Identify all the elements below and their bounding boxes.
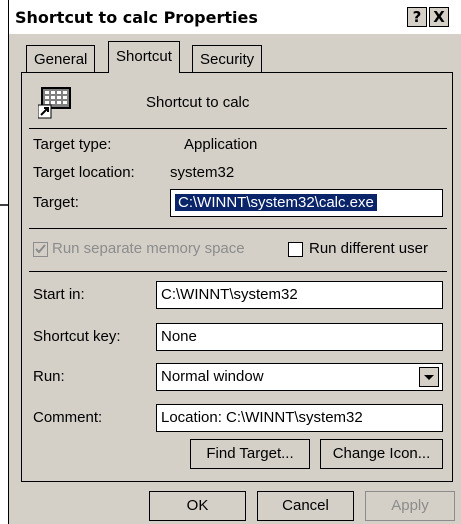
calculator-shortcut-icon — [37, 83, 74, 119]
divider — [29, 128, 447, 129]
target-type-value: Application — [184, 136, 258, 153]
target-label: Target: — [33, 194, 79, 211]
shortcut-key-field[interactable]: None — [156, 323, 443, 351]
ok-button[interactable]: OK — [149, 491, 246, 521]
chevron-down-icon[interactable] — [419, 367, 439, 387]
apply-button[interactable]: Apply — [365, 491, 455, 521]
tab-security[interactable]: Security — [192, 45, 263, 73]
tab-general[interactable]: General — [26, 45, 96, 73]
help-button[interactable]: ? — [407, 7, 427, 27]
comment-field[interactable]: Location: C:\WINNT\system32 — [156, 404, 443, 432]
tab-shortcut[interactable]: Shortcut — [108, 41, 180, 73]
run-select-value: Normal window — [161, 368, 264, 385]
shortcut-panel: Shortcut to calc Target type: Applicatio… — [21, 72, 453, 482]
divider — [29, 228, 447, 229]
target-field[interactable]: C:\WINNT\system32\calc.exe — [170, 189, 443, 217]
properties-dialog: Shortcut to calc Properties ? X General … — [8, 0, 461, 524]
title-bar[interactable]: Shortcut to calc Properties ? X — [9, 0, 461, 34]
change-icon-button[interactable]: Change Icon... — [320, 439, 443, 469]
comment-label: Comment: — [33, 409, 103, 426]
target-location-label: Target location: — [33, 164, 135, 181]
start-in-label: Start in: — [33, 286, 85, 303]
target-value: C:\WINNT\system32\calc.exe — [175, 194, 377, 211]
shortcut-name: Shortcut to calc — [146, 94, 250, 111]
window-title: Shortcut to calc Properties — [15, 8, 258, 27]
different-user-label: Run different user — [309, 240, 428, 257]
divider — [29, 271, 447, 272]
shortcut-key-label: Shortcut key: — [33, 328, 121, 345]
run-label: Run: — [33, 368, 65, 385]
start-in-field[interactable]: C:\WINNT\system32 — [156, 281, 443, 309]
target-type-label: Target type: — [33, 136, 112, 153]
separate-memory-checkbox[interactable] — [33, 242, 48, 257]
find-target-button[interactable]: Find Target... — [190, 439, 310, 469]
close-button[interactable]: X — [429, 7, 449, 27]
cancel-button[interactable]: Cancel — [257, 491, 354, 521]
separate-memory-label: Run separate memory space — [52, 240, 245, 257]
run-select[interactable]: Normal window — [156, 363, 443, 391]
different-user-checkbox[interactable] — [288, 242, 303, 257]
target-location-value: system32 — [170, 164, 235, 181]
